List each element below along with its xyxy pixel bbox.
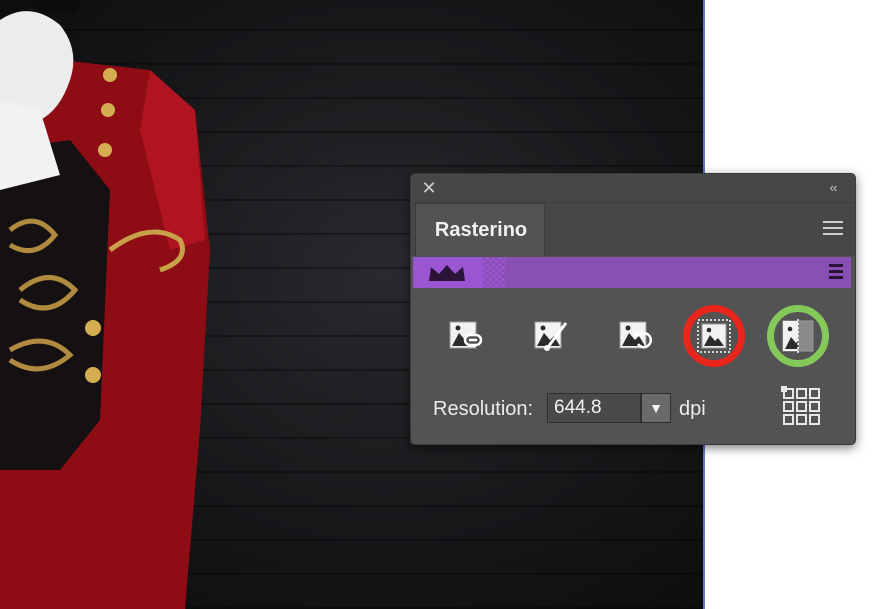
close-icon[interactable]: ✕: [419, 178, 439, 198]
banner-dither: [483, 257, 505, 288]
resolution-dropdown-button[interactable]: ▼: [641, 393, 671, 423]
image-revert-icon: [619, 321, 653, 349]
grid-tiles-icon[interactable]: [781, 386, 823, 428]
banner-menu-icon[interactable]: [829, 264, 843, 282]
rasterino-panel[interactable]: ✕ ‹‹ Rasterino Resolution: 644.8 ▼ dpi: [410, 173, 856, 445]
hamburger-menu-icon[interactable]: [823, 221, 843, 237]
banner-logo-area: [413, 257, 483, 288]
image-link-icon: [449, 321, 483, 349]
embed-image-tool[interactable]: [520, 305, 582, 367]
image-split-icon: [782, 319, 814, 353]
collapse-panel-icon[interactable]: ‹‹: [821, 178, 845, 198]
panel-titlebar[interactable]: ✕ ‹‹: [411, 174, 855, 203]
image-embed-brush-icon: [534, 321, 568, 351]
resolution-input[interactable]: 644.8: [547, 393, 641, 423]
crown-icon: [429, 265, 465, 281]
tab-rasterino[interactable]: Rasterino: [415, 203, 545, 256]
image-crop-selection-icon: [697, 319, 731, 353]
split-image-tool[interactable]: [767, 305, 829, 367]
plugin-banner: [413, 257, 851, 288]
link-image-tool[interactable]: [435, 305, 497, 367]
rasterize-selection-tool[interactable]: [683, 305, 745, 367]
resolution-unit: dpi: [679, 398, 706, 420]
resolution-label: Resolution:: [433, 398, 534, 420]
ringmaster-photo: [0, 0, 210, 609]
panel-tab-row: Rasterino: [411, 203, 855, 256]
tab-label: Rasterino: [434, 219, 528, 241]
revert-image-tool[interactable]: [605, 305, 667, 367]
